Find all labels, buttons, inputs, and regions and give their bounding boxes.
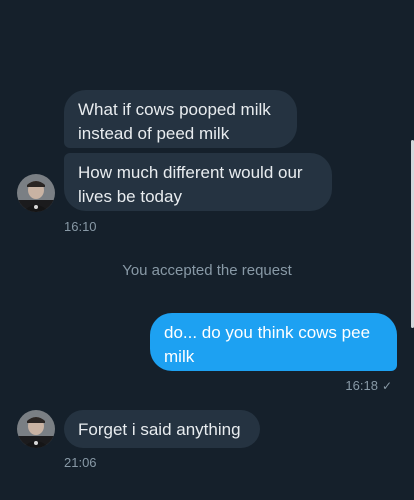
avatar[interactable] <box>17 174 55 212</box>
incoming-message-bubble[interactable]: What if cows pooped milk instead of peed… <box>64 90 297 148</box>
message-timestamp: 21:06 <box>64 455 97 470</box>
incoming-message-bubble[interactable]: How much different would our lives be to… <box>64 153 332 211</box>
message-text: Forget i said anything <box>78 420 241 439</box>
message-thread: What if cows pooped milk instead of peed… <box>0 0 414 500</box>
timestamp-text: 16:18 <box>345 378 378 393</box>
check-icon: ✓ <box>381 378 392 393</box>
avatar[interactable] <box>17 410 55 448</box>
message-text: How much different would our lives be to… <box>78 163 303 206</box>
outgoing-message-bubble[interactable]: do... do you think cows pee milk <box>150 313 397 371</box>
message-text: do... do you think cows pee milk <box>164 323 371 366</box>
system-notice: You accepted the request <box>122 262 292 279</box>
message-text: What if cows pooped milk instead of peed… <box>78 100 271 143</box>
message-timestamp: 16:10 <box>64 219 97 234</box>
message-timestamp-with-receipt: 16:18 ✓ <box>345 378 392 393</box>
incoming-message-bubble[interactable]: Forget i said anything <box>64 410 260 448</box>
